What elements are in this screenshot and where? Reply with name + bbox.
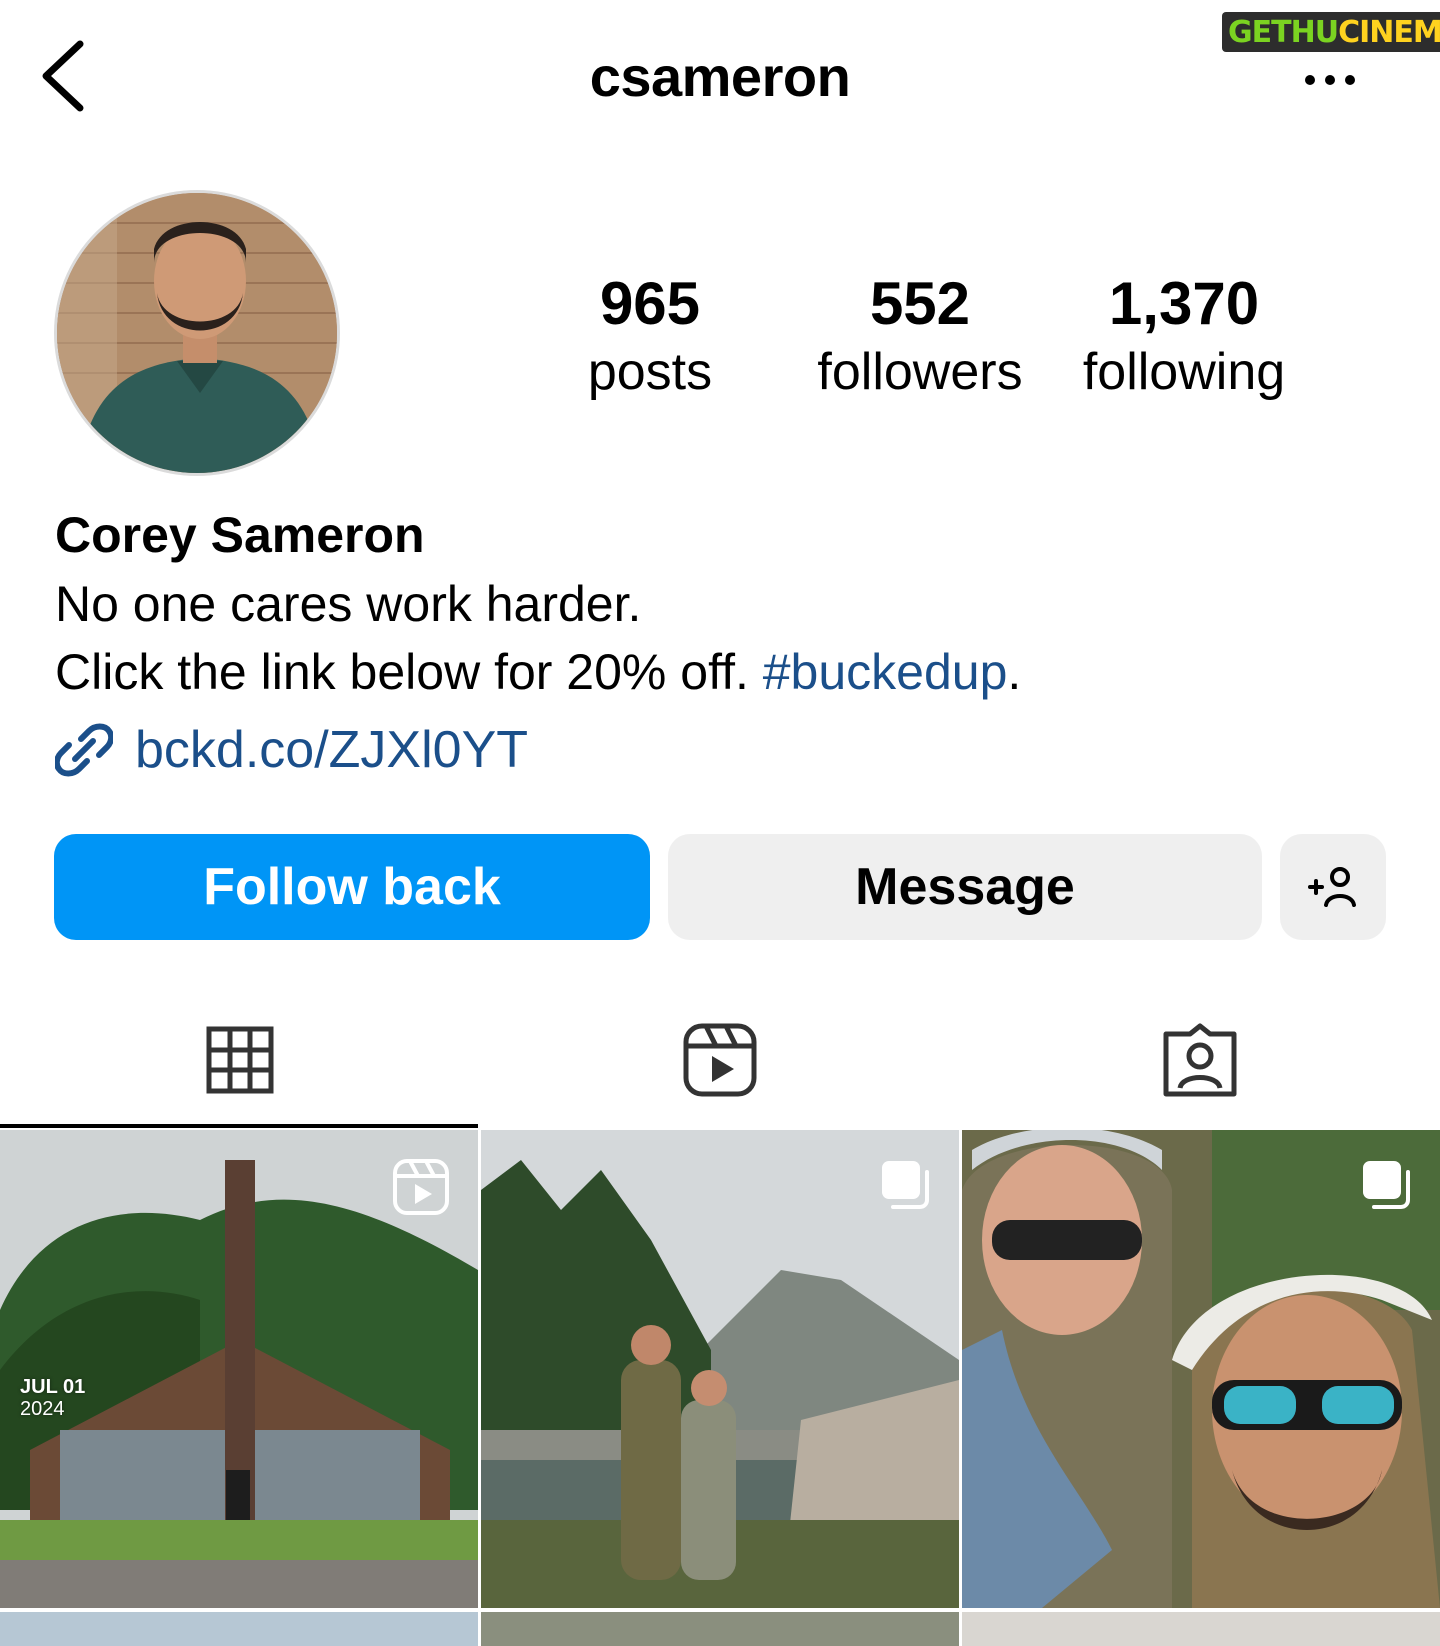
suggested-people-button[interactable]: [1280, 834, 1386, 940]
tab-tagged[interactable]: [960, 1010, 1440, 1110]
profile-header: csameron GETHU CINEMA: [0, 0, 1440, 150]
message-label: Message: [855, 858, 1075, 916]
post-tile-1[interactable]: [0, 1130, 478, 1608]
bio-line-2-suffix: .: [1007, 644, 1022, 700]
more-horizontal-icon: [1305, 75, 1355, 85]
stat-following[interactable]: 1,370 following: [1064, 268, 1304, 404]
link-icon: [55, 723, 113, 777]
post-tile-5[interactable]: [481, 1612, 959, 1646]
avatar-image: [57, 193, 337, 473]
tab-reels[interactable]: [480, 1010, 960, 1110]
follow-back-button[interactable]: Follow back: [54, 834, 650, 940]
followers-label: followers: [817, 343, 1023, 401]
post-date-day: JUL 01: [20, 1376, 86, 1398]
bio-hashtag-link[interactable]: #buckedup: [763, 644, 1008, 700]
reels-icon: [683, 1023, 757, 1097]
following-label: following: [1082, 343, 1286, 401]
posts-count: 965: [599, 270, 701, 337]
stat-posts[interactable]: 965 posts: [560, 268, 740, 404]
post-date-year: 2024: [20, 1398, 65, 1420]
more-options-button[interactable]: [1300, 70, 1360, 90]
watermark-text-2: CINEMA: [1338, 14, 1440, 50]
post-date-label: JUL 01 2024: [20, 1376, 85, 1420]
tab-posts-grid[interactable]: [0, 1010, 480, 1110]
grid-icon: [206, 1026, 274, 1094]
post-tile-2[interactable]: [481, 1130, 959, 1608]
stat-followers[interactable]: 552 followers: [800, 268, 1040, 404]
bio-link[interactable]: bckd.co/ZJXl0YT: [55, 720, 528, 780]
following-count: 1,370: [1108, 270, 1260, 337]
message-button[interactable]: Message: [668, 834, 1262, 940]
profile-display-name: Corey Sameron: [55, 507, 425, 563]
active-tab-indicator: [0, 1124, 478, 1128]
followers-count: 552: [869, 270, 971, 337]
post-tile-4[interactable]: [0, 1612, 478, 1646]
tagged-icon: [1163, 1023, 1237, 1097]
profile-avatar[interactable]: [54, 190, 340, 476]
follow-back-label: Follow back: [203, 858, 501, 916]
reels-icon: [393, 1159, 449, 1215]
watermark-logo: GETHU CINEMA: [1222, 4, 1440, 56]
bio-line-2-text: Click the link below for 20% off.: [55, 644, 763, 700]
profile-bio: Corey Sameron No one cares work harder. …: [55, 500, 1385, 706]
bio-line-1: No one cares work harder.: [55, 576, 642, 632]
posts-label: posts: [587, 343, 713, 401]
post-tile-3[interactable]: [962, 1130, 1440, 1608]
bio-line-2: Click the link below for 20% off. #bucke…: [55, 638, 1385, 706]
carousel-icon: [1363, 1161, 1410, 1209]
bio-link-text[interactable]: bckd.co/ZJXl0YT: [135, 720, 528, 780]
watermark-text-1: GETHU: [1228, 14, 1339, 50]
post-tile-6[interactable]: [962, 1612, 1440, 1646]
add-person-icon: [1308, 867, 1356, 907]
carousel-icon: [882, 1161, 929, 1209]
